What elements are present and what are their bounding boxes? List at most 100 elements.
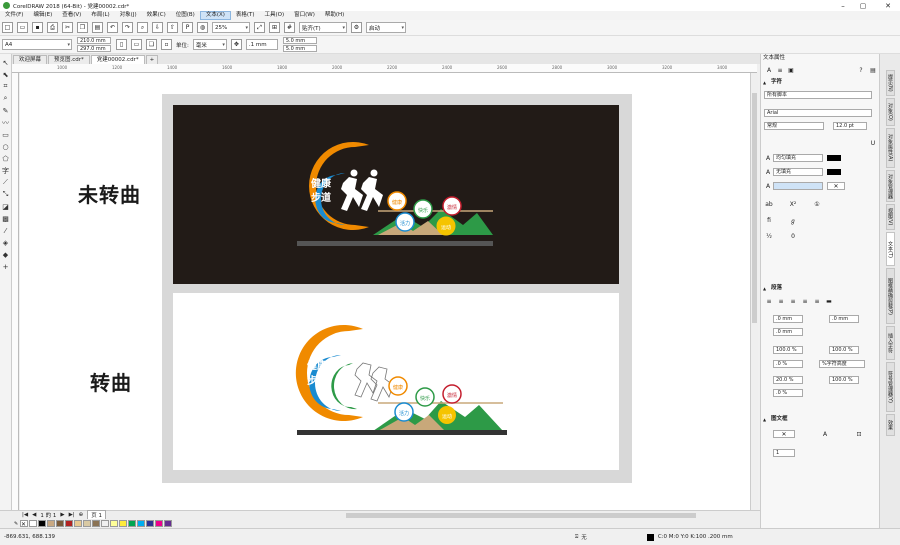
last-page-icon[interactable]: ▶|	[69, 512, 75, 518]
undo-icon[interactable]: ↶	[107, 22, 118, 33]
new-document-icon[interactable]: □	[2, 22, 13, 33]
menu-edit[interactable]: 编辑(E)	[28, 11, 57, 20]
zoom-tool-icon[interactable]: ⌕	[1, 94, 10, 103]
outline-width-select[interactable]	[773, 182, 823, 190]
palette-swatch-16[interactable]	[164, 520, 172, 527]
show-grid-icon[interactable]: #	[284, 22, 295, 33]
eyedropper-tool-icon[interactable]: ⁄	[1, 226, 10, 235]
shape-tool-icon[interactable]: ⬉	[1, 70, 10, 79]
menu-bitmaps[interactable]: 位图(B)	[171, 11, 200, 20]
menu-tools[interactable]: 工具(O)	[260, 11, 290, 20]
polygon-tool-icon[interactable]: ⬠	[1, 154, 10, 163]
menu-table[interactable]: 表格(T)	[231, 11, 260, 20]
text-fill-color-swatch[interactable]	[827, 155, 841, 161]
label-converted[interactable]: 转曲	[90, 367, 132, 396]
paragraph-section-header[interactable]: 段落	[761, 284, 880, 293]
rectangle-tool-icon[interactable]: ▭	[1, 130, 10, 139]
horizontal-ruler[interactable]: 1000 1200 1400 1600 1800 2000 2200 2400 …	[12, 64, 757, 73]
snap-to-select[interactable]: 贴齐(T) ▾	[299, 22, 347, 33]
tab-view[interactable]: 视图(V)	[886, 204, 895, 230]
outline-color-swatch[interactable]	[646, 533, 654, 541]
fitness-trail-logo-dark[interactable]: 健康 步道 健康 快乐 激情 活力 运动	[173, 105, 619, 284]
artistic-media-icon[interactable]: 〰	[1, 118, 10, 127]
interactive-fill-icon[interactable]: ◈	[1, 238, 10, 247]
portrait-icon[interactable]: ▯	[116, 39, 127, 50]
menu-help[interactable]: 帮助(H)	[320, 11, 349, 20]
before-paragraph-field[interactable]: 100.0 %	[773, 346, 803, 354]
label-not-converted[interactable]: 未转曲	[78, 179, 141, 208]
palette-swatch-9[interactable]	[101, 520, 109, 527]
page-size-select[interactable]: A4 ▾	[2, 39, 72, 50]
add-page-icon[interactable]: ⊕	[79, 512, 84, 518]
frame-text-direction-icon[interactable]: A	[821, 430, 829, 438]
frame-fit-icon[interactable]: ⊡	[855, 430, 863, 438]
maximize-icon[interactable]: ▢	[855, 0, 871, 11]
prev-page-icon[interactable]: ◀	[32, 512, 36, 518]
superscript-icon[interactable]: X²	[789, 200, 797, 208]
menu-object[interactable]: 对象(J)	[115, 11, 142, 20]
palette-swatch-10[interactable]	[110, 520, 118, 527]
paste-icon[interactable]: ▤	[92, 22, 103, 33]
force-justify-icon[interactable]: ▬	[825, 297, 833, 305]
palette-swatch-1[interactable]	[29, 520, 37, 527]
fill-indicator-icon[interactable]: ⍓	[575, 534, 578, 541]
import-icon[interactable]: ⇩	[152, 22, 163, 33]
frame-tab-icon[interactable]: ▣	[787, 66, 795, 74]
current-page-icon[interactable]: ▫	[161, 39, 172, 50]
character-tab-icon[interactable]: A	[765, 66, 773, 74]
left-indent-field[interactable]: .0 mm	[773, 328, 803, 336]
new-tab-icon[interactable]: +	[145, 55, 159, 64]
add-tool-icon[interactable]: +	[1, 262, 10, 271]
spacing-units-select[interactable]: %字符高度	[819, 360, 865, 368]
tab-active-document[interactable]: 党建00002.cdr*	[90, 55, 145, 64]
tab-text[interactable]: 文本(T)	[886, 232, 895, 266]
pdf-icon[interactable]: P	[182, 22, 193, 33]
tab-preview[interactable]: 预览图.cdr*	[48, 55, 90, 64]
align-center-icon[interactable]: ≡	[789, 297, 797, 305]
redo-icon[interactable]: ↷	[122, 22, 133, 33]
word-spacing-field[interactable]: 100.0 %	[829, 376, 859, 384]
next-page-icon[interactable]: ▶	[60, 512, 64, 518]
underline-icon[interactable]: U	[869, 139, 877, 147]
outline-color-select[interactable]: ✕	[827, 182, 845, 190]
frame-background-select[interactable]: ✕	[773, 430, 795, 438]
align-right-icon[interactable]: ≡	[801, 297, 809, 305]
menu-view[interactable]: 查看(V)	[57, 11, 86, 20]
page-height-field[interactable]: 297.0 mm	[77, 45, 111, 52]
smart-fill-icon[interactable]: ◆	[1, 250, 10, 259]
copy-icon[interactable]: ❐	[77, 22, 88, 33]
all-pages-icon[interactable]: ❏	[146, 39, 157, 50]
oldstyle-icon[interactable]: 0	[789, 232, 797, 240]
font-style-select[interactable]: 常规	[764, 122, 824, 130]
align-none-icon[interactable]: ≡	[765, 297, 773, 305]
palette-swatch-11[interactable]	[119, 520, 127, 527]
first-line-indent-field[interactable]: .0 mm	[773, 315, 803, 323]
white-background-panel[interactable]: 健康 步道 健康 快乐 激情 活力 运动	[173, 293, 619, 470]
docker-help-icon[interactable]: ?	[857, 66, 865, 74]
zoom-level-select[interactable]: 25% ▾	[212, 22, 250, 33]
print-icon[interactable]: ⎙	[47, 22, 58, 33]
save-icon[interactable]: ▪	[32, 22, 43, 33]
first-page-icon[interactable]: |◀	[22, 512, 28, 518]
align-left-icon[interactable]: ≡	[777, 297, 785, 305]
corel-connect-icon[interactable]: ◍	[197, 22, 208, 33]
palette-swatch-4[interactable]	[56, 520, 64, 527]
palette-swatch-15[interactable]	[155, 520, 163, 527]
text-fill-type-select[interactable]: 均匀填充	[773, 154, 823, 162]
page-width-field[interactable]: 210.0 mm	[77, 37, 111, 44]
cut-icon[interactable]: ✂	[62, 22, 73, 33]
palette-swatch-6[interactable]	[74, 520, 82, 527]
dark-background-panel[interactable]: 健康 步道 健康 快乐 激情 活力 运动	[173, 105, 619, 284]
pick-tool-icon[interactable]: ↖	[1, 58, 10, 67]
crop-tool-icon[interactable]: ⌗	[1, 82, 10, 91]
palette-swatch-3[interactable]	[47, 520, 55, 527]
justify-icon[interactable]: ≡	[813, 297, 821, 305]
full-screen-icon[interactable]: ⤢	[254, 22, 265, 33]
char-spacing-field[interactable]: 20.0 %	[773, 376, 803, 384]
tab-insert-character[interactable]: 插入字符	[886, 326, 895, 360]
fitness-trail-logo-converted[interactable]: 健康 步道 健康 快乐 激情 活力 运动	[173, 293, 619, 470]
horizontal-scrollbar[interactable]	[346, 512, 697, 518]
background-fill-swatch[interactable]	[827, 169, 841, 175]
tab-welcome[interactable]: 欢迎屏幕	[13, 55, 48, 64]
palette-swatch-12[interactable]	[128, 520, 136, 527]
